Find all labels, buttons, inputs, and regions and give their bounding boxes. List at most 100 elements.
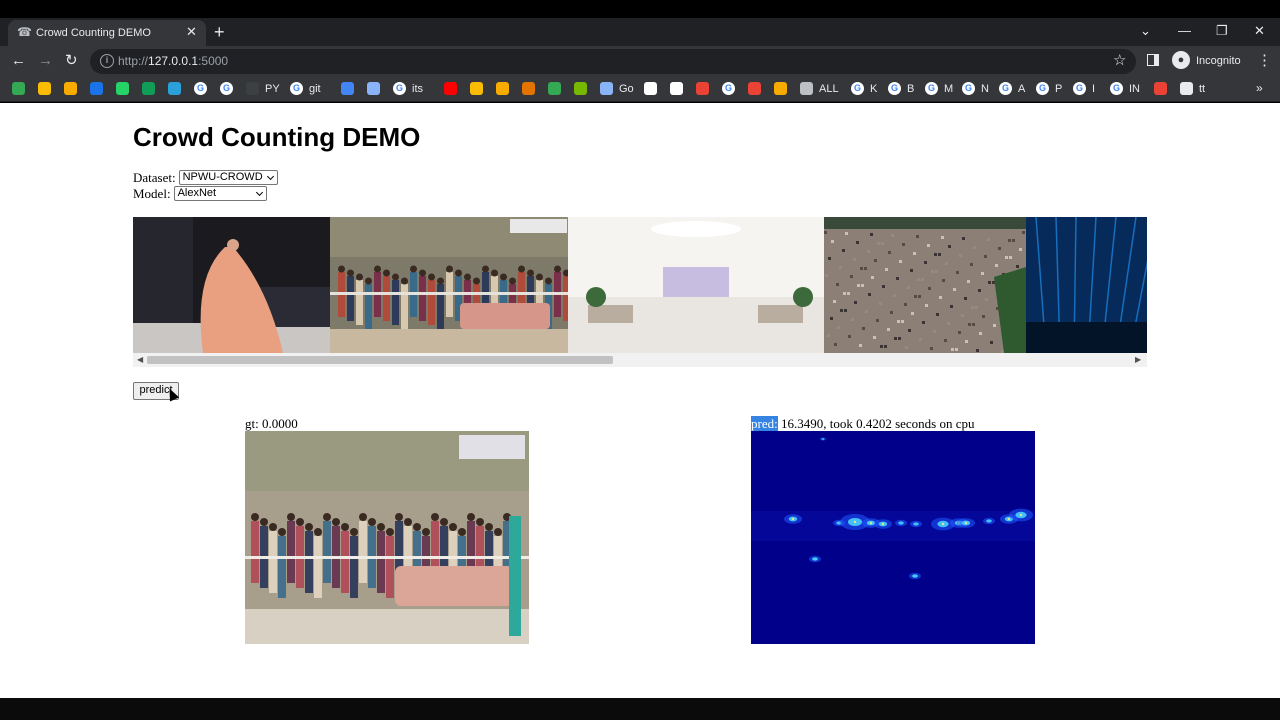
dataset-label: Dataset: [133,170,176,185]
url-port: :5000 [198,54,229,68]
address-bar[interactable]: i http://127.0.0.1:5000 ☆ [90,49,1136,74]
bookmark-label: I [1092,83,1096,95]
screen-top-bar [0,0,1280,18]
bookmark-label: tt [1199,83,1206,95]
reload-icon[interactable]: ↻ [65,52,78,70]
whatsapp-icon [116,82,129,95]
tab-search-icon[interactable]: ⌄ [1140,22,1151,40]
forward-icon[interactable]: → [38,52,53,70]
chart-icon [64,82,77,95]
runway-image[interactable] [133,217,330,353]
side-panel-icon[interactable] [1147,54,1159,66]
bookmark-label: git [309,83,321,95]
google-icon: G [194,82,207,95]
google-icon: G [393,82,406,95]
box-icon [522,82,535,95]
close-window-icon[interactable]: ✕ [1254,22,1265,40]
ieee-icon [90,82,103,95]
cl-icon [670,82,683,95]
screen-bottom-bar [0,698,1280,720]
more-bookmarks-icon[interactable]: » [1256,81,1263,95]
gallery-scrollbar[interactable]: ◀ ▶ [133,353,1147,367]
pred-value: 16.3490, took 0.4202 seconds on cpu [777,416,975,431]
browser-toolbar: ← → ↻ i http://127.0.0.1:5000 ☆ ● Incogn… [0,46,1280,76]
restore-icon[interactable]: ❐ [1216,22,1228,40]
p-icon [470,82,483,95]
back-icon[interactable]: ← [11,52,26,70]
bookmark-label: A [1018,83,1026,95]
bookmark-label: M [944,83,954,95]
scrollbar-thumb[interactable] [147,356,613,364]
diamond-icon [774,82,787,95]
scroll-right-icon[interactable]: ▶ [1135,355,1141,365]
bookmark-label: PY [265,83,280,95]
incognito-icon[interactable]: ● [1172,51,1190,69]
google-icon: G [722,82,735,95]
bookmark-label: K [870,83,878,95]
bookmark-icon [38,82,51,95]
bookmark-label: Go [619,83,634,95]
google-icon: G [1036,82,1049,95]
street-crowd-image[interactable] [330,217,568,353]
tab-title: Crowd Counting DEMO [36,27,151,39]
globe-icon [600,82,613,95]
google-icon: G [1110,82,1123,95]
pred-caption: pred: 16.3490, took 0.4202 seconds on cp… [751,416,975,431]
site-info-icon[interactable]: i [100,54,114,68]
bear-icon [496,82,509,95]
density-map [751,431,1035,644]
ring-icon [548,82,561,95]
bookmark-label: ALL [819,83,839,95]
matlab-icon [748,82,761,95]
google-icon: G [925,82,938,95]
concert-image[interactable] [1026,217,1147,353]
phone-favicon-icon: ☎ [17,25,32,39]
monitor-icon [1180,82,1193,95]
hall-image[interactable] [568,217,824,353]
selected-input-image [245,431,529,644]
google-icon: G [999,82,1012,95]
dataset-select[interactable]: NPWU-CROWD [178,170,278,185]
page-icon [644,82,657,95]
ya-icon [696,82,709,95]
globe-icon [800,82,813,95]
bookmark-star-icon[interactable]: ☆ [1113,52,1126,70]
tab-crowd-counting[interactable]: ☎ Crowd Counting DEMO ✕ [8,20,206,46]
page-title: Crowd Counting DEMO [133,122,421,152]
stadium-image[interactable] [824,217,1026,353]
bookmarks-bar: G G PY Ggit Gits Go G ALL G K G B G M G N G A G P G I G IN tt» [0,76,1280,102]
url-scheme: http:// [118,54,149,68]
incognito-label[interactable]: Incognito [1196,54,1241,68]
new-tab-icon[interactable]: + [214,21,225,43]
bookmark-label: N [981,83,989,95]
minimize-icon[interactable]: — [1178,22,1191,40]
close-tab-icon[interactable]: ✕ [186,24,197,40]
telegram-icon [168,82,181,95]
sheets-icon [142,82,155,95]
google-icon: G [290,82,303,95]
bookmark-label: IN [1129,83,1140,95]
python-icon [246,82,259,95]
url-host: 127.0.0.1 [148,54,199,68]
scroll-left-icon[interactable]: ◀ [137,355,143,365]
tab-strip: ☎ Crowd Counting DEMO ✕ + ⌄ — ❐ ✕ [0,18,1280,46]
docs-icon [341,82,354,95]
page-content: Crowd Counting DEMO Dataset: NPWU-CROWD M… [0,103,1280,698]
pred-label: pred: [751,416,778,431]
google-icon: G [888,82,901,95]
nvidia-icon [574,82,587,95]
google-icon: G [220,82,233,95]
youtube-icon [444,82,457,95]
model-select[interactable]: AlexNet [173,186,267,201]
google-icon: G [962,82,975,95]
pdf-icon [1154,82,1167,95]
bookmark-label: its [412,83,423,95]
bookmark-label: B [907,83,915,95]
dataset-row: Dataset: NPWU-CROWD [133,170,278,186]
model-label: Model: [133,186,171,201]
car-icon [367,82,380,95]
model-row: Model: AlexNet [133,186,267,202]
gt-caption: gt: 0.0000 [245,416,298,431]
kebab-menu-icon[interactable]: ⋮ [1257,52,1272,70]
address-url: http://127.0.0.1:5000 [118,54,228,69]
